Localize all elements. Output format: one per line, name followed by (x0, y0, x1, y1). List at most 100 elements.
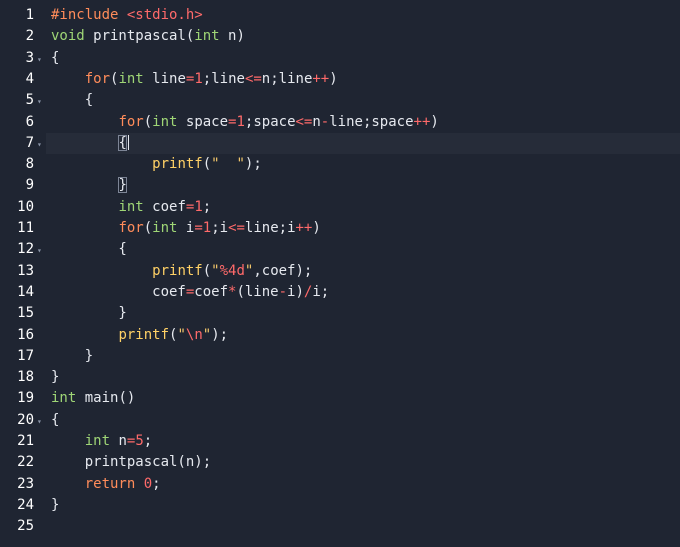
code-token: n (110, 433, 127, 449)
code-line[interactable]: printf("%4d",coef); (51, 261, 680, 282)
line-number: 22 (17, 454, 34, 471)
code-line[interactable]: { (51, 133, 680, 154)
code-token: n) (219, 28, 245, 45)
code-line[interactable]: { (51, 410, 680, 431)
fold-chevron-icon[interactable]: ▾ (37, 91, 45, 112)
code-line[interactable]: printf("\n"); (51, 325, 680, 346)
line-number: 23 (17, 475, 34, 492)
code-line[interactable]: int n=5; (51, 431, 680, 452)
code-token: for (84, 70, 111, 87)
code-line[interactable]: void printpascal(int n) (51, 26, 680, 47)
code-token: { (51, 92, 94, 109)
fold-chevron-icon[interactable]: ▾ (37, 49, 45, 70)
code-token: ); (211, 326, 229, 343)
code-token: int (118, 198, 144, 215)
code-token: 5 (135, 433, 144, 449)
code-line[interactable]: printpascal(n); (51, 452, 680, 473)
fold-chevron-icon[interactable]: ▾ (37, 240, 45, 261)
code-token: printf (152, 262, 203, 279)
code-line[interactable]: for(int line=1;line<=n;line++) (51, 69, 680, 90)
code-token: coef (194, 283, 229, 300)
code-token: ; (143, 433, 153, 449)
code-line[interactable]: { (51, 48, 680, 69)
code-token: " " (211, 156, 245, 173)
code-line[interactable]: { (51, 90, 680, 111)
code-token: for (118, 113, 144, 130)
code-line[interactable]: printf(" "); (51, 154, 680, 175)
code-token: int (118, 70, 144, 87)
code-token: int (84, 433, 111, 449)
line-number: 5 (25, 92, 34, 109)
fold-chevron-icon[interactable]: ▾ (37, 134, 45, 155)
code-line[interactable]: } (51, 346, 680, 367)
code-line[interactable]: int main() (51, 388, 680, 409)
text-cursor (127, 135, 129, 151)
code-line[interactable]: } (51, 495, 680, 516)
line-number: 12 (17, 241, 34, 258)
code-token: 1 (236, 113, 245, 130)
line-number: 25 (17, 518, 34, 535)
matched-bracket: { (118, 134, 127, 151)
code-line[interactable]: } (51, 367, 680, 388)
code-line[interactable]: int coef=1; (51, 197, 680, 218)
code-token: } (51, 347, 94, 364)
code-token: { (51, 411, 60, 428)
code-line[interactable]: { (51, 239, 680, 260)
code-token: ) (430, 113, 439, 130)
matched-bracket: } (118, 177, 127, 194)
code-token: coef (143, 198, 186, 215)
code-line[interactable]: #include <stdio.h> (51, 5, 680, 26)
code-token: int (194, 28, 220, 45)
code-token: <= (228, 220, 245, 236)
code-token: i; (312, 283, 330, 300)
code-token: printpascal(n); (51, 454, 212, 471)
code-token: \n (185, 326, 203, 343)
line-number: 11 (17, 220, 34, 236)
code-token: <= (244, 70, 262, 87)
line-number: 9 (25, 177, 34, 194)
code-token: ( (202, 262, 212, 279)
line-number: 1 (25, 7, 34, 23)
code-token: line;space (329, 113, 414, 130)
fold-chevron-icon[interactable]: ▾ (37, 411, 45, 432)
line-number: 18 (17, 369, 34, 386)
code-line[interactable]: coef=coef*(line-i)/i; (51, 282, 680, 303)
code-token: 1 (194, 70, 203, 87)
code-token: 1 (202, 220, 212, 236)
line-number: 17 (17, 347, 34, 364)
code-token: 1 (194, 198, 203, 215)
code-token: (line (236, 283, 279, 300)
code-line[interactable]: for(int i=1;i<=line;i++) (51, 218, 680, 239)
code-token: <= (295, 113, 313, 130)
code-token: line (143, 70, 186, 87)
line-number: 21 (17, 433, 34, 449)
code-token: ( (202, 156, 212, 173)
line-number: 15 (17, 305, 34, 322)
line-number: 14 (17, 283, 34, 300)
code-line[interactable] (51, 516, 680, 537)
code-token: printpascal( (84, 28, 195, 45)
code-token: ,coef); (253, 262, 313, 279)
code-line[interactable]: } (51, 175, 680, 196)
code-token: ++ (312, 70, 330, 87)
code-token: void (51, 28, 85, 45)
code-line[interactable]: } (51, 303, 680, 324)
line-number: 2 (25, 28, 34, 45)
code-token: } (51, 496, 60, 513)
code-token: int (51, 390, 77, 407)
code-line[interactable]: for(int space=1;space<=n-line;space++) (51, 112, 680, 133)
code-line[interactable]: return 0; (51, 474, 680, 495)
code-token: } (51, 305, 127, 322)
code-token: i (177, 220, 195, 236)
code-token: for (118, 220, 144, 236)
code-editor[interactable]: 1 #include <stdio.h> 2 void printpascal(int… (0, 0, 680, 547)
code-token: - (278, 283, 288, 300)
